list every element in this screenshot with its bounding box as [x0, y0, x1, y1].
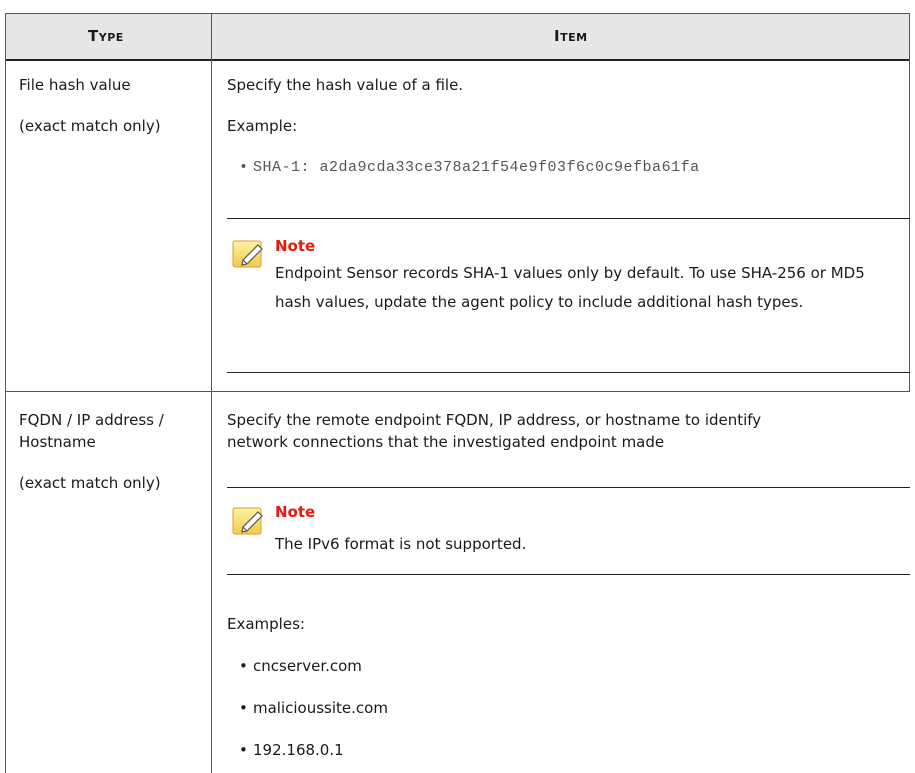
row1-note-title: Note [275, 237, 316, 255]
reference-table: Type Item File hash value (exact match o… [5, 13, 910, 773]
row1-type-line1: File hash value [19, 76, 131, 94]
bullet: • [239, 159, 249, 176]
list-item: • cncserver.com [239, 657, 362, 675]
row2-note-rule-top [227, 487, 910, 488]
table-border-left [5, 13, 6, 773]
row2-intro-line1: Specify the remote endpoint FQDN, IP add… [227, 411, 762, 429]
row2-type-line3: (exact match only) [19, 474, 161, 492]
header-item: Item [554, 27, 588, 45]
row2-type-line1: FQDN / IP address / [19, 411, 164, 429]
table-header: Type Item [5, 13, 910, 61]
row-divider [5, 391, 910, 392]
row2-note-title: Note [275, 503, 316, 521]
bullet: • [239, 657, 248, 675]
list-item: • malicioussite.com [239, 699, 388, 717]
row2-intro-line2: network connections that the investigate… [227, 433, 665, 451]
row1-intro: Specify the hash value of a file. [227, 76, 464, 94]
header-type: Type [88, 27, 124, 45]
row1-note-body: Endpoint Sensor records SHA-1 values onl… [275, 264, 865, 311]
note-pencil-icon [232, 505, 266, 535]
row2-note-body: The IPv6 format is not supported. [275, 535, 527, 553]
bullet: • [239, 741, 248, 759]
row1-example-item: • SHA-1: a2da9cda33ce378a21f54e9f03f6c0c9… [239, 159, 700, 176]
table-border-right [909, 13, 910, 391]
list-item: • 192.168.0.1 [239, 741, 344, 759]
row2-note-rule-bottom [227, 574, 910, 575]
row2-type-line2: Hostname [19, 433, 96, 451]
row1-note-rule-top [227, 218, 910, 219]
row1-type-line2: (exact match only) [19, 117, 161, 135]
note-pencil-icon [232, 238, 266, 268]
bullet: • [239, 699, 248, 717]
row1-note-rule-bottom [227, 372, 910, 373]
column-divider [211, 13, 212, 773]
row2-example-label: Examples: [227, 615, 305, 633]
row1-example-label: Example: [227, 117, 298, 135]
